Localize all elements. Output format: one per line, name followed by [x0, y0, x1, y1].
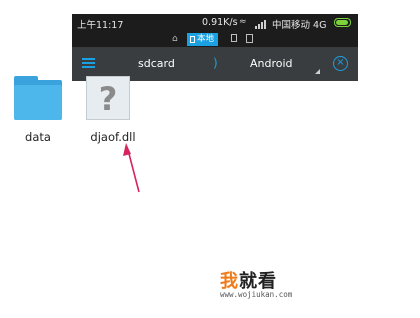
watermark: 我就看 www.wojiukan.com [125, 244, 358, 310]
watermark-url: www.wojiukan.com [220, 290, 293, 299]
